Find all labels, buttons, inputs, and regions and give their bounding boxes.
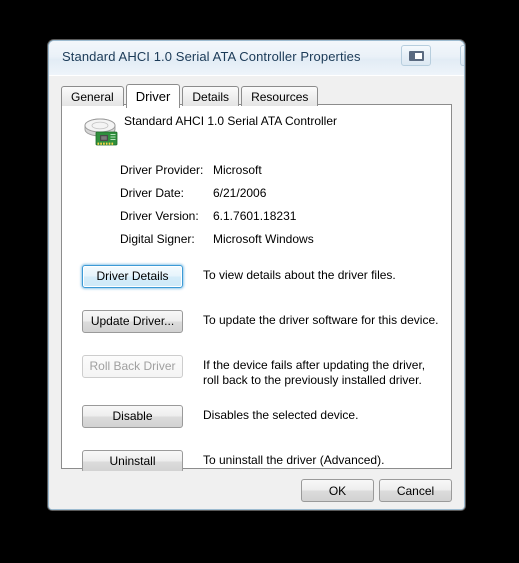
update-driver-description: To update the driver software for this d… bbox=[203, 313, 439, 327]
info-row-driver-date: Driver Date: 6/21/2006 bbox=[120, 186, 440, 209]
info-row-driver-provider: Driver Provider: Microsoft bbox=[120, 163, 440, 186]
action-row-update-driver: Update Driver... To update the driver so… bbox=[82, 310, 442, 355]
driver-details-description: To view details about the driver files. bbox=[203, 268, 396, 282]
info-label: Driver Date: bbox=[120, 186, 185, 200]
driver-tab-panel: Standard AHCI 1.0 Serial ATA Controller … bbox=[61, 104, 452, 473]
title-bar: Standard AHCI 1.0 Serial ATA Controller … bbox=[49, 41, 464, 76]
action-row-roll-back-driver: Roll Back Driver If the device fails aft… bbox=[82, 355, 442, 405]
info-value: 6.1.7601.18231 bbox=[213, 209, 297, 223]
device-name: Standard AHCI 1.0 Serial ATA Controller bbox=[124, 114, 337, 128]
close-button[interactable]: ✖ bbox=[460, 45, 464, 66]
disk-controller-icon bbox=[84, 118, 118, 146]
uninstall-description: To uninstall the driver (Advanced). bbox=[203, 453, 385, 467]
info-row-driver-version: Driver Version: 6.1.7601.18231 bbox=[120, 209, 440, 232]
driver-info-list: Driver Provider: Microsoft Driver Date: … bbox=[120, 163, 440, 255]
tab-driver[interactable]: Driver bbox=[125, 84, 181, 108]
device-properties-dialog: Standard AHCI 1.0 Serial ATA Controller … bbox=[48, 40, 465, 510]
window-title: Standard AHCI 1.0 Serial ATA Controller … bbox=[62, 49, 361, 64]
driver-actions-list: Driver Details To view details about the… bbox=[82, 265, 442, 495]
driver-details-button[interactable]: Driver Details bbox=[82, 265, 183, 288]
info-value: Microsoft bbox=[213, 163, 262, 177]
tab-details[interactable]: Details bbox=[182, 86, 240, 106]
update-driver-button[interactable]: Update Driver... bbox=[82, 310, 183, 333]
dialog-body: General Driver Details Resources Standar… bbox=[49, 76, 464, 509]
action-row-disable: Disable Disables the selected device. bbox=[82, 405, 442, 450]
tab-resources[interactable]: Resources bbox=[241, 86, 319, 106]
action-row-driver-details: Driver Details To view details about the… bbox=[82, 265, 442, 310]
disable-description: Disables the selected device. bbox=[203, 408, 359, 422]
disable-button[interactable]: Disable bbox=[82, 405, 183, 428]
info-value: Microsoft Windows bbox=[213, 232, 314, 246]
tab-general[interactable]: General bbox=[61, 86, 124, 106]
info-row-digital-signer: Digital Signer: Microsoft Windows bbox=[120, 232, 440, 255]
ok-button[interactable]: OK bbox=[301, 479, 374, 502]
roll-back-driver-button: Roll Back Driver bbox=[82, 355, 183, 378]
restore-window-icon bbox=[408, 50, 424, 61]
roll-back-driver-description: If the device fails after updating the d… bbox=[203, 358, 426, 387]
tab-strip: General Driver Details Resources bbox=[61, 84, 320, 108]
cancel-button[interactable]: Cancel bbox=[379, 479, 452, 502]
info-label: Digital Signer: bbox=[120, 232, 195, 246]
info-value: 6/21/2006 bbox=[213, 186, 267, 200]
uninstall-button[interactable]: Uninstall bbox=[82, 450, 183, 473]
info-label: Driver Version: bbox=[120, 209, 199, 223]
info-label: Driver Provider: bbox=[120, 163, 204, 177]
dialog-footer: OK Cancel bbox=[49, 471, 464, 509]
device-header: Standard AHCI 1.0 Serial ATA Controller bbox=[62, 105, 451, 155]
restore-window-button[interactable] bbox=[401, 45, 431, 66]
